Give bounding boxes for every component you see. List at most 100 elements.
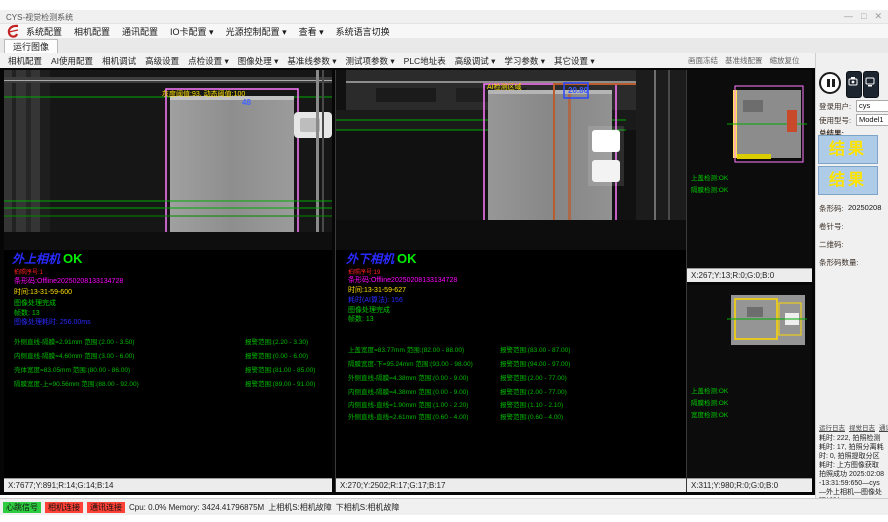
monitor-button[interactable] [863, 71, 879, 98]
thumb-bottom-image[interactable] [687, 285, 812, 478]
tool-zoom-reset[interactable]: 缩放复位 [770, 55, 800, 66]
tool-learning-params[interactable]: 学习参数 ▾ [504, 55, 545, 67]
thumb-top-view[interactable]: 上盖检测:OK 隔膜检测:OK X:267;Y:13;R:0;G:0;B:0 [687, 70, 812, 282]
menu-item-system-config[interactable]: 系统配置 [26, 25, 62, 38]
left-barcode-text: 条形码:Offline20250208133134728 [14, 276, 123, 286]
tool-plc-address-table[interactable]: PLC地址表 [404, 55, 446, 67]
menu-item-language-switch[interactable]: 系统语言切换 [336, 25, 390, 38]
log-tab-vision[interactable]: 视觉日志 [849, 422, 875, 432]
main-image-area: 灰度阈值:93, 动态阈值:100 48 外上相机OK 拍照序号:1 条形码:O… [0, 68, 815, 495]
tool-baseline-params[interactable]: 基准线参数 ▾ [287, 55, 336, 67]
toolbar-items: 相机配置 AI使用配置 相机调试 高级设置 点检设置 ▾ 图像处理 ▾ 基准线参… [8, 53, 595, 68]
alarm-text: 报警范围:(0.00 - 6.00) [245, 350, 308, 360]
tool-advanced-debug[interactable]: 高级调试 ▾ [455, 55, 496, 67]
center-barcode-text: 条形码:Offline20250208133134728 [348, 275, 457, 285]
blue-measure-mark: 48 [242, 98, 251, 107]
camera-ok-status: OK [63, 251, 83, 266]
left-photo-index: 拍照序号:1 [14, 267, 43, 276]
alarm-text: 报警范围:(94.00 - 97.00) [500, 358, 570, 368]
left-camera-view[interactable]: 灰度阈值:93, 动态阈值:100 48 外上相机OK 拍照序号:1 条形码:O… [4, 70, 332, 492]
tool-freeze-frame[interactable]: 画面冻结 [688, 55, 718, 66]
barcode-value: 20250208 [848, 203, 881, 212]
close-icon[interactable]: ✕ [874, 11, 882, 22]
window-title: CYS-视觉检测系统 [6, 12, 73, 23]
tool-camera-debug[interactable]: 相机调试 [102, 55, 136, 67]
menu-item-io-config[interactable]: IO卡配置 ▾ [170, 25, 214, 38]
camera-name: 外上相机 [12, 252, 60, 266]
thumb-top-statusline: X:267;Y:13;R:0;G:0;B:0 [687, 268, 812, 282]
alarm-text: 报警范围:(1.10 - 2.10) [500, 399, 563, 409]
camera-icon [847, 72, 859, 95]
blue-measure-value: 20.80 [568, 86, 588, 95]
tool-baseline-setup[interactable]: 基准线配置 [725, 55, 763, 66]
camera-name: 外下相机 [346, 252, 394, 266]
cpu-memory-text: Cpu: 0.0% Memory: 3424.41796875M [129, 503, 264, 512]
ai-region-label: AI检测区域 [487, 82, 522, 92]
center-camera-title: 外下相机OK [346, 250, 417, 267]
maximize-icon[interactable]: □ [861, 11, 866, 22]
menu-item-comm-config[interactable]: 通讯配置 [122, 25, 158, 38]
center-camera-image[interactable] [336, 70, 686, 250]
measurement-text: 内侧直线-隔膜=4.60mm 范围:(3.00 - 6.00) [14, 350, 134, 360]
menu-bar: 系统配置 相机配置 通讯配置 IO卡配置 ▾ 光源控制配置 ▾ 查看 ▾ 系统语… [0, 24, 888, 38]
camera-ok-status: OK [397, 251, 417, 266]
camera-button[interactable] [846, 71, 862, 98]
measurement-text: 壳体宽度=83.05mm 范围:(80.00 - 86.00) [14, 364, 130, 374]
tool-spotcheck-settings[interactable]: 点检设置 ▾ [188, 55, 229, 67]
menu-item-camera-config[interactable]: 相机配置 [74, 25, 110, 38]
toolbar-right-items: 画面冻结 基准线配置 缩放复位 [688, 53, 800, 68]
comm-connect-badge: 通讯连接 [87, 502, 125, 513]
menu-item-light-config[interactable]: 光源控制配置 ▾ [226, 25, 287, 38]
thumb-status-line: 宽度检测:OK [691, 409, 728, 419]
tool-advanced-settings[interactable]: 高级设置 [145, 55, 179, 67]
pause-icon [827, 79, 830, 87]
measurement-text: 外侧直线-直线=2.61mm 范围:(0.60 - 4.00) [348, 411, 468, 421]
tool-camera-config[interactable]: 相机配置 [8, 55, 42, 67]
camera-connect-badge: 相机连接 [45, 502, 83, 513]
tool-test-params[interactable]: 测试项参数 ▾ [346, 55, 395, 67]
thumb-bottom-view[interactable]: 上盖检测:OK 隔膜检测:OK 宽度检测:OK X:311;Y:980;R:0;… [687, 285, 812, 492]
left-elapsed-text: 图像处理耗时: 256.00ms [14, 317, 91, 327]
center-frames-text: 帧数: 13 [348, 314, 374, 324]
minimize-icon[interactable]: — [844, 11, 853, 22]
measurement-text: 外侧直线-隔膜=2.91mm 范围:(2.00 - 3.50) [14, 336, 134, 346]
alarm-text: 报警范围:(2.00 - 77.00) [500, 386, 567, 396]
thumb-top-image[interactable] [687, 70, 812, 268]
log-text: 耗时: 222, 拍照检测耗时: 17, 拍照分离耗时: 0, 拍照提取分区耗时… [819, 434, 885, 506]
tool-image-processing[interactable]: 图像处理 ▾ [238, 55, 279, 67]
threshold-overlay-text: 灰度阈值:93, 动态阈值:100 [162, 89, 245, 99]
left-view-statusline: X:7677;Y:891;R:14;G:14;B:14 [4, 478, 332, 492]
left-time-text: 时间:13-31-59-600 [14, 287, 72, 297]
log-tabs: 运行日志 视觉日志 通讯日志 [819, 422, 888, 432]
log-tab-comm[interactable]: 通讯日志 [879, 422, 888, 432]
center-view-statusline: X:270;Y:2502;R:17;G:17;B:17 [336, 478, 686, 492]
barcode-label: 条形码: [819, 203, 844, 214]
model-select[interactable]: Model1 [856, 114, 888, 126]
title-bar: CYS-视觉检测系统 — □ ✕ [0, 10, 888, 24]
log-tab-run[interactable]: 运行日志 [819, 422, 845, 432]
thumb-status-line: 上盖检测:OK [691, 385, 728, 395]
center-camera-view[interactable]: AI检测区域 20.80 外下相机OK 拍照序号:19 条形码:Offline2… [335, 70, 687, 492]
alarm-text: 报警范围:(83.00 - 87.00) [500, 344, 570, 354]
upper-camera-fault-text: 上相机S:相机故障 [268, 502, 332, 513]
tab-row: 运行图像 [0, 38, 888, 54]
measurement-text: 外侧直线-隔膜=4.38mm 范围:(0.00 - 9.00) [348, 372, 468, 382]
tool-ai-usage-config[interactable]: AI使用配置 [51, 55, 93, 67]
user-label: 登录用户: [819, 101, 851, 112]
result-box-upper: 结果 [818, 135, 878, 164]
monitor-icon [864, 72, 876, 95]
thumb-status-line: 隔膜检测:OK [691, 397, 728, 407]
pause-button[interactable] [819, 72, 841, 94]
measurement-text: 隔膜宽度-下=95.24mm 范围:(93.00 - 98.00) [348, 358, 473, 368]
menu-item-view[interactable]: 查看 ▾ [299, 25, 324, 38]
alarm-text: 报警范围:(0.60 - 4.00) [500, 411, 563, 421]
center-time-text: 时间:13-31-59-627 [348, 285, 406, 295]
thumb-bottom-statusline: X:311;Y:980;R:0;G:0;B:0 [687, 478, 812, 492]
tab-run-image[interactable]: 运行图像 [4, 39, 58, 54]
heartbeat-badge: 心跳信号 [3, 502, 41, 513]
user-field[interactable]: cys [856, 100, 888, 112]
barcode-count-label: 条形码数量: [819, 257, 859, 268]
status-bar: 心跳信号 相机连接 通讯连接 Cpu: 0.0% Memory: 3424.41… [0, 498, 888, 515]
tool-other-settings[interactable]: 其它设置 ▾ [554, 55, 595, 67]
left-camera-title: 外上相机OK [12, 250, 83, 267]
